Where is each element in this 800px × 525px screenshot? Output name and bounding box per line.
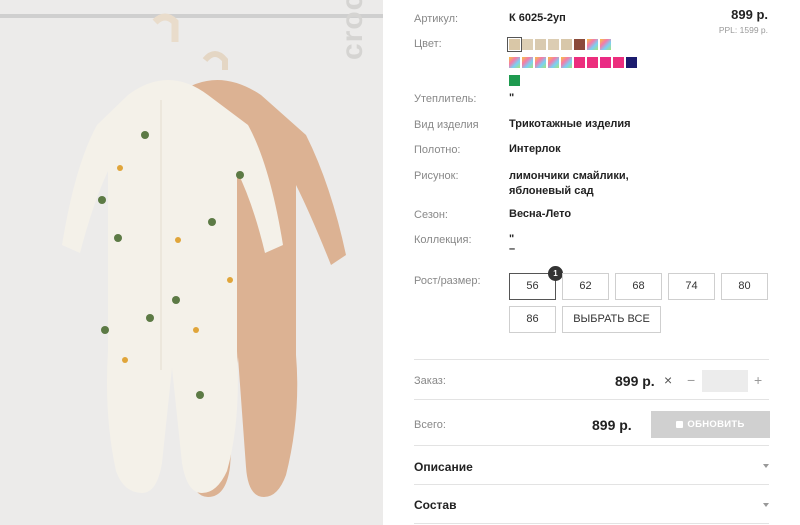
size-button-80[interactable]: 80 <box>721 273 768 300</box>
decrease-quantity-button[interactable]: − <box>687 372 695 388</box>
increase-quantity-button[interactable]: + <box>754 372 762 388</box>
update-cart-button[interactable]: ОБНОВИТЬ <box>651 411 770 438</box>
chevron-down-icon[interactable] <box>763 503 769 507</box>
season-label: Сезон: <box>414 209 448 221</box>
total-label: Всего: <box>414 419 446 431</box>
hanging-rail <box>0 14 383 18</box>
color-swatch[interactable] <box>574 39 585 50</box>
color-swatch[interactable] <box>535 39 546 50</box>
color-swatch[interactable] <box>587 39 598 50</box>
order-price: 899 р. <box>615 373 655 389</box>
composition-accordion[interactable]: Состав <box>414 498 456 512</box>
color-swatch[interactable] <box>600 39 611 50</box>
color-swatch[interactable] <box>522 57 533 68</box>
update-button-label: ОБНОВИТЬ <box>687 419 745 430</box>
fabric-value: Интерлок <box>509 143 561 155</box>
color-swatch[interactable] <box>509 75 520 86</box>
color-swatch[interactable] <box>626 57 637 68</box>
quantity-input[interactable] <box>702 370 748 392</box>
total-price: 899 р. <box>592 417 632 433</box>
fabric-label: Полотно: <box>414 144 461 156</box>
type-label: Вид изделия <box>414 119 479 131</box>
color-swatch[interactable] <box>522 39 533 50</box>
article-value: К 6025-2уп <box>509 12 566 24</box>
color-swatches <box>507 37 659 93</box>
description-accordion[interactable]: Описание <box>414 460 473 474</box>
brand-watermark: crockid <box>336 0 369 60</box>
article-label: Артикул: <box>414 13 459 25</box>
collection-value-line2: – <box>509 243 516 255</box>
select-all-sizes-button[interactable]: ВЫБРАТЬ ВСЕ <box>562 306 661 333</box>
order-label: Заказ: <box>414 375 446 387</box>
size-button-86[interactable]: 86 <box>509 306 556 333</box>
product-photo[interactable]: crockid <box>0 0 383 525</box>
size-button-68[interactable]: 68 <box>615 273 662 300</box>
pattern-value-line1: лимончики смайлики, <box>509 170 629 182</box>
pattern-label: Рисунок: <box>414 170 459 182</box>
size-button-74[interactable]: 74 <box>668 273 715 300</box>
size-label: Рост/размер: <box>414 275 481 287</box>
divider <box>414 445 769 446</box>
collection-label: Коллекция: <box>414 234 472 246</box>
color-swatch[interactable] <box>548 57 559 68</box>
size-button-62[interactable]: 62 <box>562 273 609 300</box>
color-swatch[interactable] <box>561 39 572 50</box>
cart-icon <box>676 421 684 428</box>
color-swatch[interactable] <box>548 39 559 50</box>
product-price: 899 р. <box>731 7 768 22</box>
color-swatch[interactable] <box>587 57 598 68</box>
color-label: Цвет: <box>414 38 442 50</box>
insulation-value: " <box>509 92 515 104</box>
color-swatch[interactable] <box>535 57 546 68</box>
color-swatch[interactable] <box>507 37 522 52</box>
color-swatch[interactable] <box>574 57 585 68</box>
color-swatch[interactable] <box>561 57 572 68</box>
chevron-down-icon[interactable] <box>763 464 769 468</box>
color-swatch[interactable] <box>509 57 520 68</box>
product-image <box>0 13 383 497</box>
ppl-price: PPL: 1599 р. <box>718 25 768 35</box>
insulation-label: Утеплитель: <box>414 93 477 105</box>
divider <box>414 523 769 524</box>
type-value: Трикотажные изделия <box>509 118 631 130</box>
size-quantity-badge: 1 <box>548 266 563 281</box>
season-value: Весна-Лето <box>509 208 572 220</box>
divider <box>414 359 769 360</box>
product-details-panel: Артикул: К 6025-2уп 899 р. PPL: 1599 р. … <box>383 0 800 525</box>
divider <box>414 399 769 400</box>
divider <box>414 484 769 485</box>
multiply-icon: × <box>664 372 673 388</box>
pattern-value-line2: яблоневый сад <box>509 185 594 197</box>
color-swatch[interactable] <box>600 57 611 68</box>
color-swatch[interactable] <box>613 57 624 68</box>
